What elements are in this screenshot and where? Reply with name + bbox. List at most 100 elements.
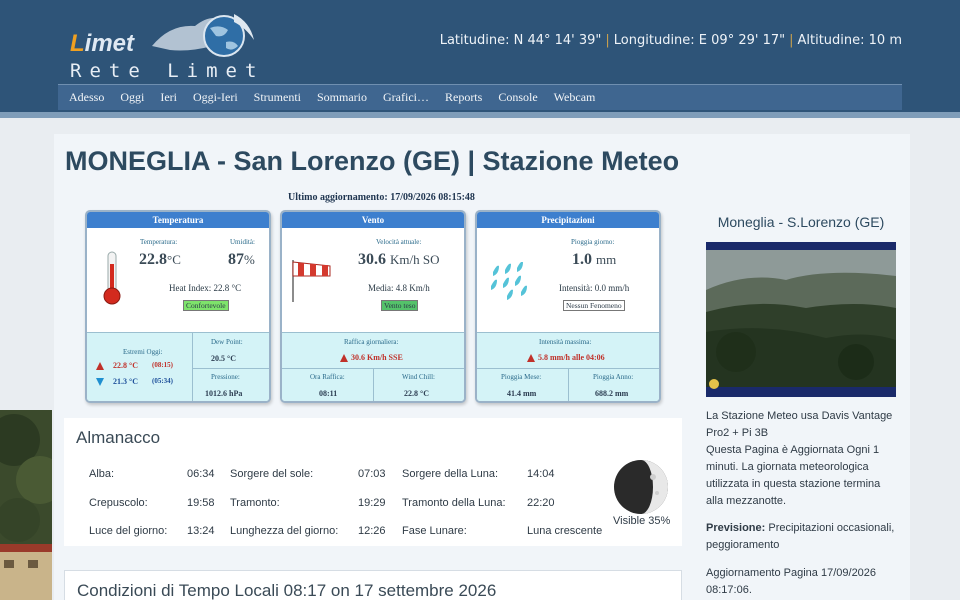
nav-grafici[interactable]: Grafici… [375,90,437,105]
webcam-title: Moneglia - S.Lorenzo (GE) [717,214,885,230]
comfort-badge: Confortevole [183,300,229,311]
temperature-heading: Temperatura [87,212,269,228]
nav-oggi[interactable]: Oggi [112,90,152,105]
year-rain-label: Pioggia Anno: [593,373,634,381]
longitude: Longitudine: E 09° 29' 17" [613,33,786,48]
station-coordinates: Latitudine: N 44° 14' 39" | Longitudine: E… [439,33,902,48]
last-update: Ultimo aggiornamento: 17/09/2026 08:15:4… [288,192,475,203]
almanac-value: Luna crescente [527,525,603,537]
almanac-label: Sorgere del sole: [230,468,314,480]
temperature-value: 22.8°C [139,251,181,268]
page-update: Aggiornamento Pagina 17/09/2026 08:17:06… [706,567,877,596]
forecast: Previsione: Precipitazioni occasionali, … [706,522,895,551]
temperature-panel: Temperatura Temperatura: 22.8°C Umidità:… [85,210,271,403]
station-info: La Stazione Meteo usa Davis Vantage Pro2… [706,410,893,507]
almanac-value: 14:04 [527,468,555,480]
min-time: (05:34) [152,377,173,385]
rain-intensity: Intensità: 0.0 mm/h [559,283,630,293]
webcam-image[interactable] [706,242,896,397]
almanac-label: Crepuscolo: [89,497,148,509]
almanac-value: 19:29 [358,497,386,509]
nav-console[interactable]: Console [490,90,545,105]
logo-subtitle: Rete Limet [70,60,265,82]
windsock-icon [292,260,331,302]
nav-reports[interactable]: Reports [437,90,490,105]
arrow-up-icon [96,362,104,370]
moon-visibility: Visible 35% [613,515,671,527]
almanac-label: Tramonto della Luna: [402,497,506,509]
altitude: Altitudine: 10 m [797,33,902,48]
almanac-label: Luce del giorno: [89,525,168,537]
wind-panel: Vento Velocità attuale: 30.6 Km/h SO Med… [280,210,466,403]
year-rain-value: 688.2 mm [595,389,629,398]
heat-index: Heat Index: 22.8 °C [169,283,242,293]
wind-heading: Vento [282,212,464,228]
dewpoint-value: 20.5 °C [211,354,236,363]
phenomenon-badge: Nessun Fenomeno [563,300,625,311]
gust-label: Raffica giornaliera: [344,338,399,346]
daily-rain-value: 1.0 mm [572,251,617,268]
header-stripe [0,112,960,118]
almanac-label: Alba: [89,468,115,480]
almanac-label: Fase Lunare: [402,525,467,537]
conditions-title: Condizioni di Tempo Locali 08:17 on 17 s… [77,581,497,600]
dewpoint-label: Dew Point: [211,338,243,346]
gust-value: 30.6 Km/h SSE [351,353,403,362]
main-nav: Adesso Oggi Ieri Oggi-Ieri Strumenti Som… [58,84,902,110]
rain-panel: Precipitazioni Pioggia giorno: 1.0 mm In… [475,210,661,403]
daily-rain-label: Pioggia giorno: [571,238,615,246]
nav-adesso[interactable]: Adesso [61,90,112,105]
almanac-value: 13:24 [187,525,215,537]
humidity-value: 87% [228,251,255,268]
almanac-title: Almanacco [76,428,161,447]
raindrops-icon [491,262,527,300]
rain-heading: Precipitazioni [477,212,659,228]
almanac-label: Sorgere della Luna: [402,468,499,480]
temperature-label: Temperatura: [140,238,178,246]
thermometer-icon [103,251,121,305]
max-intensity-value: 5.8 mm/h alle 04:06 [538,353,605,362]
wind-speed-label: Velocità attuale: [376,238,422,246]
max-intensity-label: Intensità massima: [539,338,592,346]
local-conditions-panel: Condizioni di Tempo Locali 08:17 on 17 s… [64,570,682,600]
arrow-up-icon [527,354,535,362]
latitude: Latitudine: N 44° 14' 39" [439,33,602,48]
globe-logo-icon [152,14,254,57]
nav-sommario[interactable]: Sommario [309,90,375,105]
gust-time-label: Ora Raffica: [310,373,345,381]
almanac-value: 19:58 [187,497,215,509]
page-title: MONEGLIA - San Lorenzo (GE) | Stazione M… [65,146,680,176]
pressure-value: 1012.6 hPa [205,389,243,398]
month-rain-label: Pioggia Mese: [501,373,542,381]
almanac-label: Lunghezza del giorno: [230,525,339,537]
nav-webcam[interactable]: Webcam [546,90,604,105]
almanac-label: Tramonto: [230,497,280,509]
almanac-panel: Almanacco Alba: 06:34 Sorgere del sole: … [64,418,682,546]
windchill-label: Wind Chill: [402,373,435,381]
almanac-value: 12:26 [358,525,386,537]
nav-strumenti[interactable]: Strumenti [246,90,309,105]
wind-speed-value: 30.6 Km/h SO [358,251,440,268]
almanac-value: 07:03 [358,468,386,480]
almanac-value: 06:34 [187,468,215,480]
site-header: Limet Rete Limet Latitudine: N 44° 14' 3… [0,0,960,112]
wind-description-badge: Vento teso [381,300,419,311]
moon-phase-icon [614,460,668,514]
windchill-value: 22.8 °C [404,389,429,398]
max-time: (08:15) [152,361,173,369]
min-temperature: 21.3 °C [113,377,138,386]
arrow-up-icon [340,354,348,362]
max-temperature: 22.8 °C [113,361,138,370]
wind-average: Media: 4.8 Km/h [368,283,430,293]
humidity-label: Umidità: [230,238,255,246]
month-rain-value: 41.4 mm [507,389,537,398]
almanac-value: 22:20 [527,497,555,509]
gust-time-value: 08:11 [319,389,338,398]
nav-ieri[interactable]: Ieri [152,90,185,105]
extremes-label: Estremi Oggi: [123,348,163,356]
site-logo[interactable]: Limet [70,30,134,58]
nav-oggi-ieri[interactable]: Oggi-Ieri [185,90,246,105]
arrow-down-icon [96,378,104,386]
pressure-label: Pressione: [211,373,240,381]
background-photo [0,410,52,600]
